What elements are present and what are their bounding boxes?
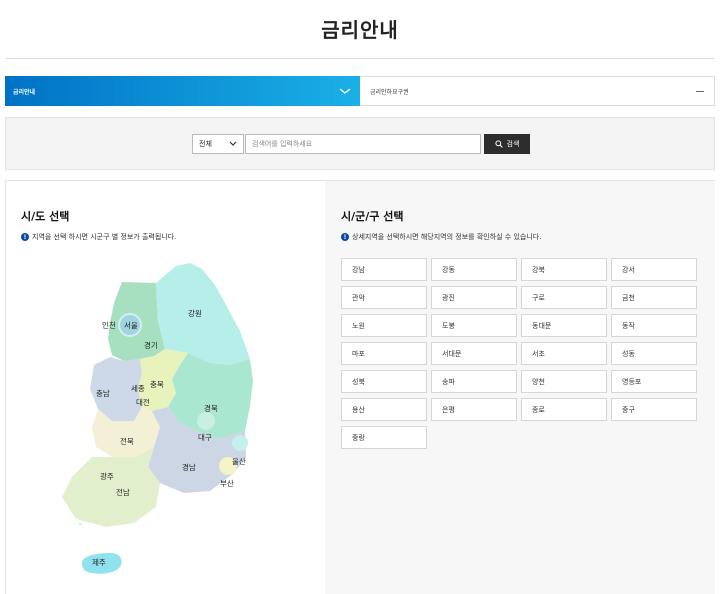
district-button[interactable]: 구로	[521, 286, 607, 309]
map-label-ulsan: 울산	[232, 456, 246, 466]
province-description-row: ! 지역을 선택 하시면 시군구 별 정보가 출력됩니다.	[21, 232, 176, 242]
search-bar: 전체 검색	[5, 117, 715, 170]
district-button[interactable]: 금천	[611, 286, 697, 309]
province-description: 지역을 선택 하시면 시군구 별 정보가 출력됩니다.	[32, 233, 177, 241]
district-section: 시/군/구 선택 ! 상세지역을 선택하시면 해당지역의 정보를 확인하실 수 …	[325, 181, 715, 594]
search-category-value: 전체	[199, 140, 212, 148]
tab-rate-cut-request-label: 금리인하요구권	[370, 88, 409, 96]
district-button[interactable]: 은평	[431, 398, 517, 421]
info-icon: !	[341, 233, 349, 241]
district-button[interactable]: 동대문	[521, 314, 607, 337]
map-label-jeju: 제주	[92, 558, 106, 567]
district-button[interactable]: 도봉	[431, 314, 517, 337]
district-button[interactable]: 서초	[521, 342, 607, 365]
district-button[interactable]: 광진	[431, 286, 517, 309]
island-dot	[78, 522, 82, 526]
district-title: 시/군/구 선택	[341, 210, 404, 223]
district-button[interactable]: 영등포	[611, 370, 697, 393]
chevron-down-icon	[339, 88, 351, 94]
title-divider	[5, 58, 715, 59]
map-label-jeonnam: 전남	[116, 487, 130, 497]
chevron-down-icon	[229, 141, 237, 146]
district-button[interactable]: 용산	[341, 398, 427, 421]
info-icon: !	[21, 233, 29, 241]
map-label-daejeon: 대전	[136, 397, 150, 407]
page-title: 금리안내	[321, 18, 399, 42]
map-label-sejong: 세종	[131, 384, 145, 393]
district-button[interactable]: 송파	[431, 370, 517, 393]
map-label-gyeongbuk: 경북	[204, 403, 218, 413]
district-button[interactable]: 관악	[341, 286, 427, 309]
district-button[interactable]: 서대문	[431, 342, 517, 365]
map-label-incheon: 인천	[102, 320, 116, 330]
district-button[interactable]: 중구	[611, 398, 697, 421]
district-button[interactable]: 강남	[341, 258, 427, 281]
district-button[interactable]: 노원	[341, 314, 427, 337]
map-label-gyeonggi: 경기	[144, 340, 158, 350]
district-description-row: ! 상세지역을 선택하시면 해당지역의 정보를 확인하실 수 있습니다.	[341, 232, 541, 242]
map-label-seoul: 서울	[124, 321, 138, 330]
map-region-jeonnam[interactable]	[62, 447, 160, 527]
province-title: 시/도 선택	[21, 210, 70, 223]
map-label-gyeongnam: 경남	[182, 462, 196, 472]
search-button[interactable]: 검색	[484, 134, 530, 154]
province-section: 시/도 선택 ! 지역을 선택 하시면 시군구 별 정보가 출력됩니다. 인천 …	[6, 181, 325, 594]
tab-rate-info-label: 금리안내	[13, 88, 36, 96]
district-button[interactable]: 중랑	[341, 426, 427, 449]
tab-rate-cut-request[interactable]: 금리인하요구권	[360, 76, 715, 106]
district-button[interactable]: 마포	[341, 342, 427, 365]
map-region-ulsan[interactable]	[232, 435, 248, 451]
map-label-jeonbuk: 전북	[120, 436, 134, 446]
map-label-chungnam: 충남	[96, 389, 110, 398]
tab-rate-info[interactable]: 금리안내	[5, 76, 360, 106]
minus-icon	[696, 90, 704, 92]
map-label-chungbuk: 충북	[150, 380, 164, 389]
district-button[interactable]: 양천	[521, 370, 607, 393]
map-label-daegu: 대구	[198, 433, 212, 442]
district-button[interactable]: 동작	[611, 314, 697, 337]
search-input[interactable]	[245, 134, 481, 154]
korea-map: 인천 서울 강원 경기 충남 세종 충북 대전 경북 대구 전북 울산 경남 광…	[62, 263, 253, 574]
map-label-gwangju: 광주	[100, 471, 114, 481]
tab-bar: 금리안내 금리인하요구권	[5, 76, 715, 106]
district-button[interactable]: 성북	[341, 370, 427, 393]
map-label-busan: 부산	[220, 478, 234, 488]
search-category-select[interactable]: 전체	[192, 134, 244, 154]
district-button[interactable]: 강북	[521, 258, 607, 281]
district-grid: 강남 강동 강북 강서 관악 광진 구로 금천 노원 도봉 동대문 동작 마포 …	[341, 258, 697, 449]
district-button[interactable]: 강동	[431, 258, 517, 281]
district-button[interactable]: 강서	[611, 258, 697, 281]
search-icon	[494, 140, 503, 148]
map-label-gangwon: 강원	[188, 308, 202, 318]
district-button[interactable]: 종로	[521, 398, 607, 421]
search-button-label: 검색	[506, 140, 520, 148]
district-button[interactable]: 성동	[611, 342, 697, 365]
region-panel: 시/도 선택 ! 지역을 선택 하시면 시군구 별 정보가 출력됩니다. 인천 …	[5, 180, 715, 594]
district-description: 상세지역을 선택하시면 해당지역의 정보를 확인하실 수 있습니다.	[352, 233, 542, 241]
map-region-gangwon[interactable]	[156, 263, 250, 365]
map-region-daegu[interactable]	[197, 412, 215, 430]
